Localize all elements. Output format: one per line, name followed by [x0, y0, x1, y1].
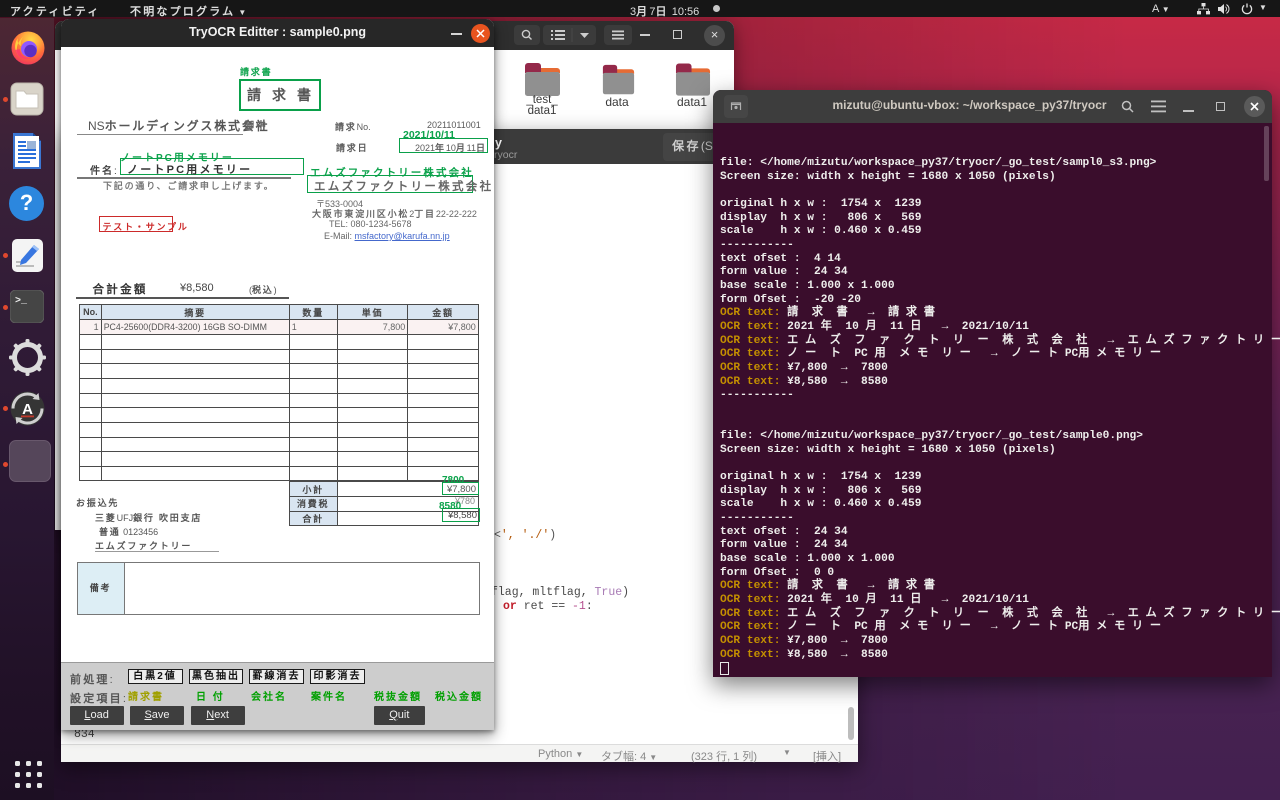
svg-text:A: A — [22, 401, 33, 418]
svg-text:>_: >_ — [15, 296, 28, 307]
